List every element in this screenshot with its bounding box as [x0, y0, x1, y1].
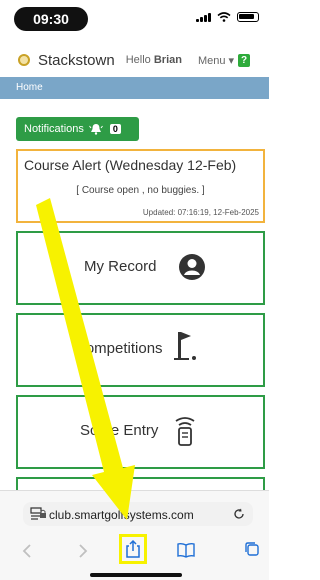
help-button[interactable]: ?	[238, 53, 251, 67]
greeting-prefix: Hello	[125, 54, 151, 66]
golf-flag-icon	[174, 332, 196, 360]
greeting: Hello Brian	[126, 54, 182, 66]
notifications-button[interactable]: Notifications 0	[16, 117, 139, 141]
bookmarks-icon[interactable]	[176, 542, 196, 558]
status-time: 09:30	[14, 7, 88, 31]
tile-label: My Record	[84, 258, 157, 275]
club-logo-icon[interactable]	[18, 54, 30, 66]
tile-my-record[interactable]: My Record	[16, 231, 265, 305]
breadcrumb: Home	[0, 77, 269, 99]
breadcrumb-home[interactable]: Home	[16, 82, 43, 93]
bell-icon	[89, 124, 103, 135]
battery-icon	[237, 12, 259, 22]
reload-icon[interactable]	[233, 508, 245, 520]
club-name[interactable]: Stackstown	[38, 52, 115, 69]
tile-score-entry[interactable]: Score Entry	[16, 395, 265, 469]
menu-button[interactable]: Menu ▾	[198, 54, 234, 67]
url-text[interactable]: club.smartgolfsystems.com	[49, 508, 194, 522]
user-icon	[179, 254, 205, 280]
course-alert-message: [ Course open , no buggies. ]	[76, 185, 205, 196]
forward-icon[interactable]	[78, 544, 88, 558]
tile-competitions[interactable]: Competitions	[16, 313, 265, 387]
status-icons	[196, 12, 259, 22]
signal-icon	[196, 12, 211, 22]
back-icon[interactable]	[22, 544, 32, 558]
lock-icon	[40, 509, 46, 518]
course-alert: Course Alert (Wednesday 12-Feb) [ Course…	[16, 149, 265, 223]
tabs-icon[interactable]	[244, 541, 260, 557]
user-name: Brian	[153, 54, 182, 66]
home-indicator	[90, 573, 182, 577]
course-alert-updated: Updated: 07:16:19, 12-Feb-2025	[142, 208, 259, 217]
notifications-label: Notifications	[24, 123, 84, 135]
notifications-count-badge: 0	[109, 124, 121, 134]
tile-label: Competitions	[75, 340, 163, 357]
tile-label: Score Entry	[80, 422, 159, 439]
course-alert-title: Course Alert (Wednesday 12-Feb)	[24, 157, 237, 173]
status-bar: 09:30	[0, 0, 269, 38]
app-header: Stackstown Hello Brian Menu ▾ ?	[0, 44, 269, 76]
scorecard-icon	[175, 417, 195, 446]
share-icon[interactable]	[125, 539, 141, 559]
wifi-icon	[217, 12, 231, 22]
